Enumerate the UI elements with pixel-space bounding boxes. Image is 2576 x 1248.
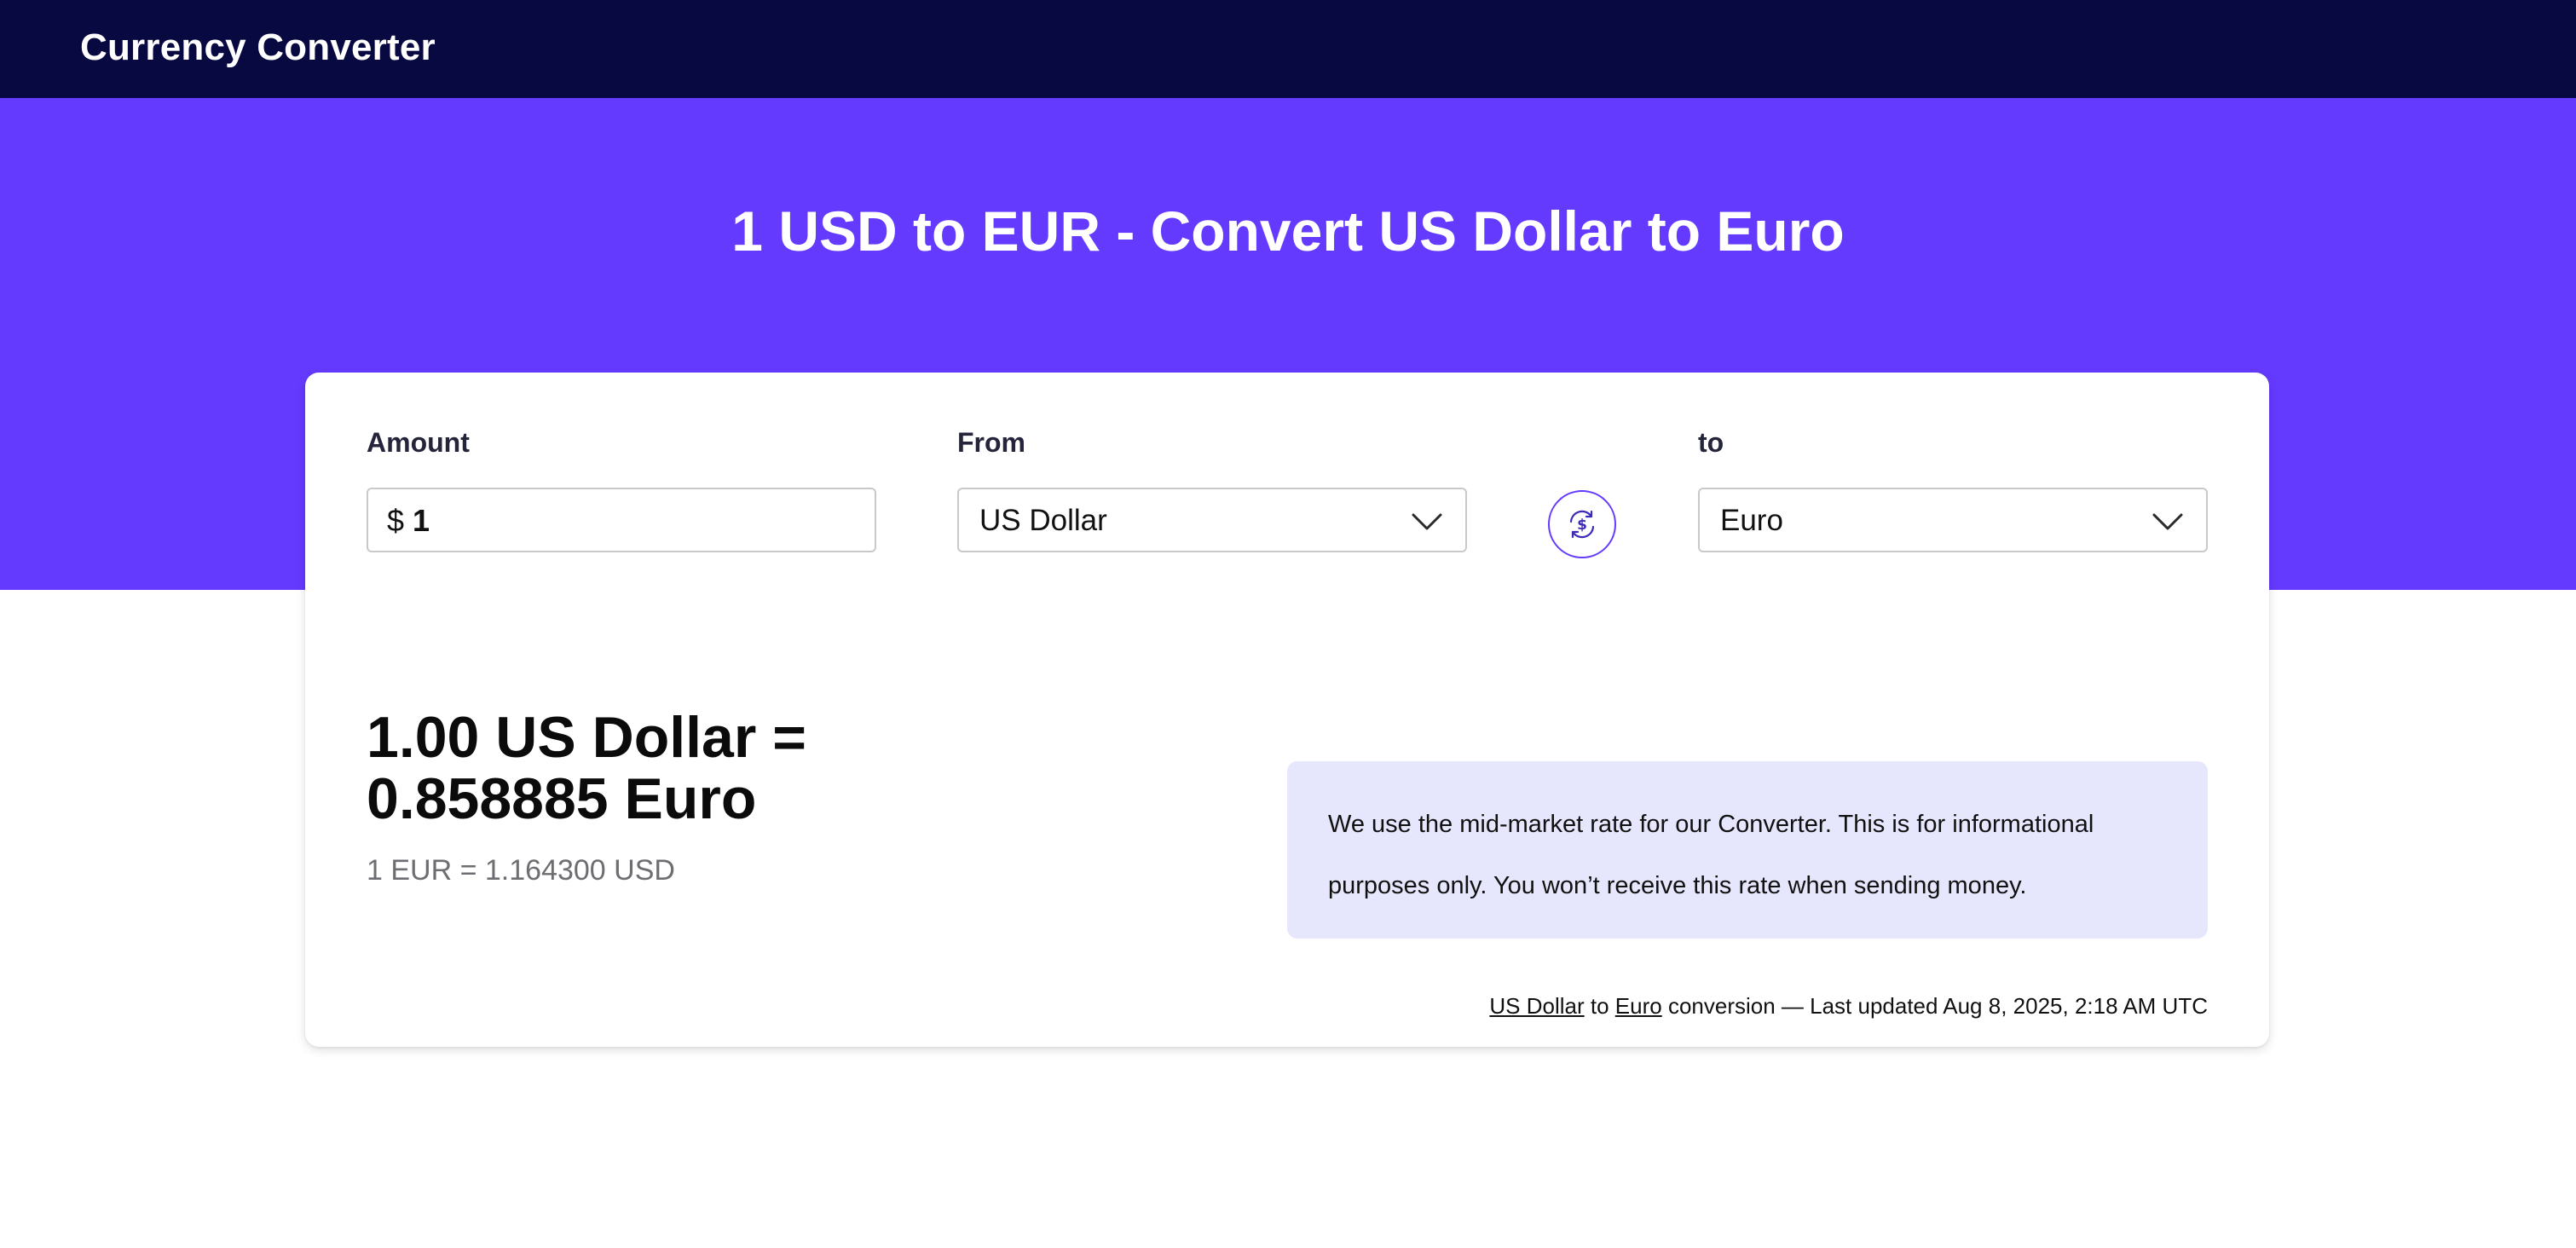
mid-market-info-box: We use the mid-market rate for our Conve… (1287, 761, 2208, 939)
from-currency-value: US Dollar (979, 504, 1107, 537)
to-label: to (1698, 427, 1724, 458)
currency-swap-icon: $ (1569, 510, 1595, 539)
result-line-from: 1.00 US Dollar = (367, 705, 806, 770)
result-line-to: 0.858885 Euro (367, 766, 757, 831)
inverse-rate: 1 EUR = 1.164300 USD (367, 854, 675, 887)
to-currency-value: Euro (1720, 504, 1783, 537)
euro-link[interactable]: Euro (1615, 993, 1662, 1019)
amount-input[interactable] (413, 498, 839, 544)
swap-currencies-button[interactable]: $ (1548, 490, 1616, 558)
footnote-connector: to (1590, 993, 1609, 1019)
us-dollar-link[interactable]: US Dollar (1489, 993, 1584, 1019)
svg-text:$: $ (1577, 517, 1587, 534)
conversion-result: 1.00 US Dollar = 0.858885 Euro (367, 707, 1134, 829)
chevron-down-icon (1412, 513, 1442, 530)
from-label: From (957, 427, 1025, 458)
from-currency-select[interactable]: US Dollar (957, 488, 1467, 552)
chevron-down-icon (2152, 513, 2183, 530)
page-title: 1 USD to EUR - Convert US Dollar to Euro (731, 199, 1845, 263)
converter-card: Amount $ From US Dollar $ to Euro 1.00 U… (305, 373, 2269, 1047)
currency-symbol: $ (387, 503, 405, 538)
brand-title[interactable]: Currency Converter (80, 26, 436, 70)
mid-market-info-text: We use the mid-market rate for our Conve… (1328, 811, 2094, 899)
amount-field[interactable]: $ (367, 488, 876, 552)
to-currency-select[interactable]: Euro (1698, 488, 2208, 552)
top-navbar: Currency Converter (0, 0, 2576, 98)
footnote-suffix: conversion — Last updated Aug 8, 2025, 2… (1667, 993, 2208, 1019)
last-updated-footnote: US Dollar to Euro conversion — Last upda… (1489, 991, 2208, 1020)
amount-label: Amount (367, 427, 470, 458)
